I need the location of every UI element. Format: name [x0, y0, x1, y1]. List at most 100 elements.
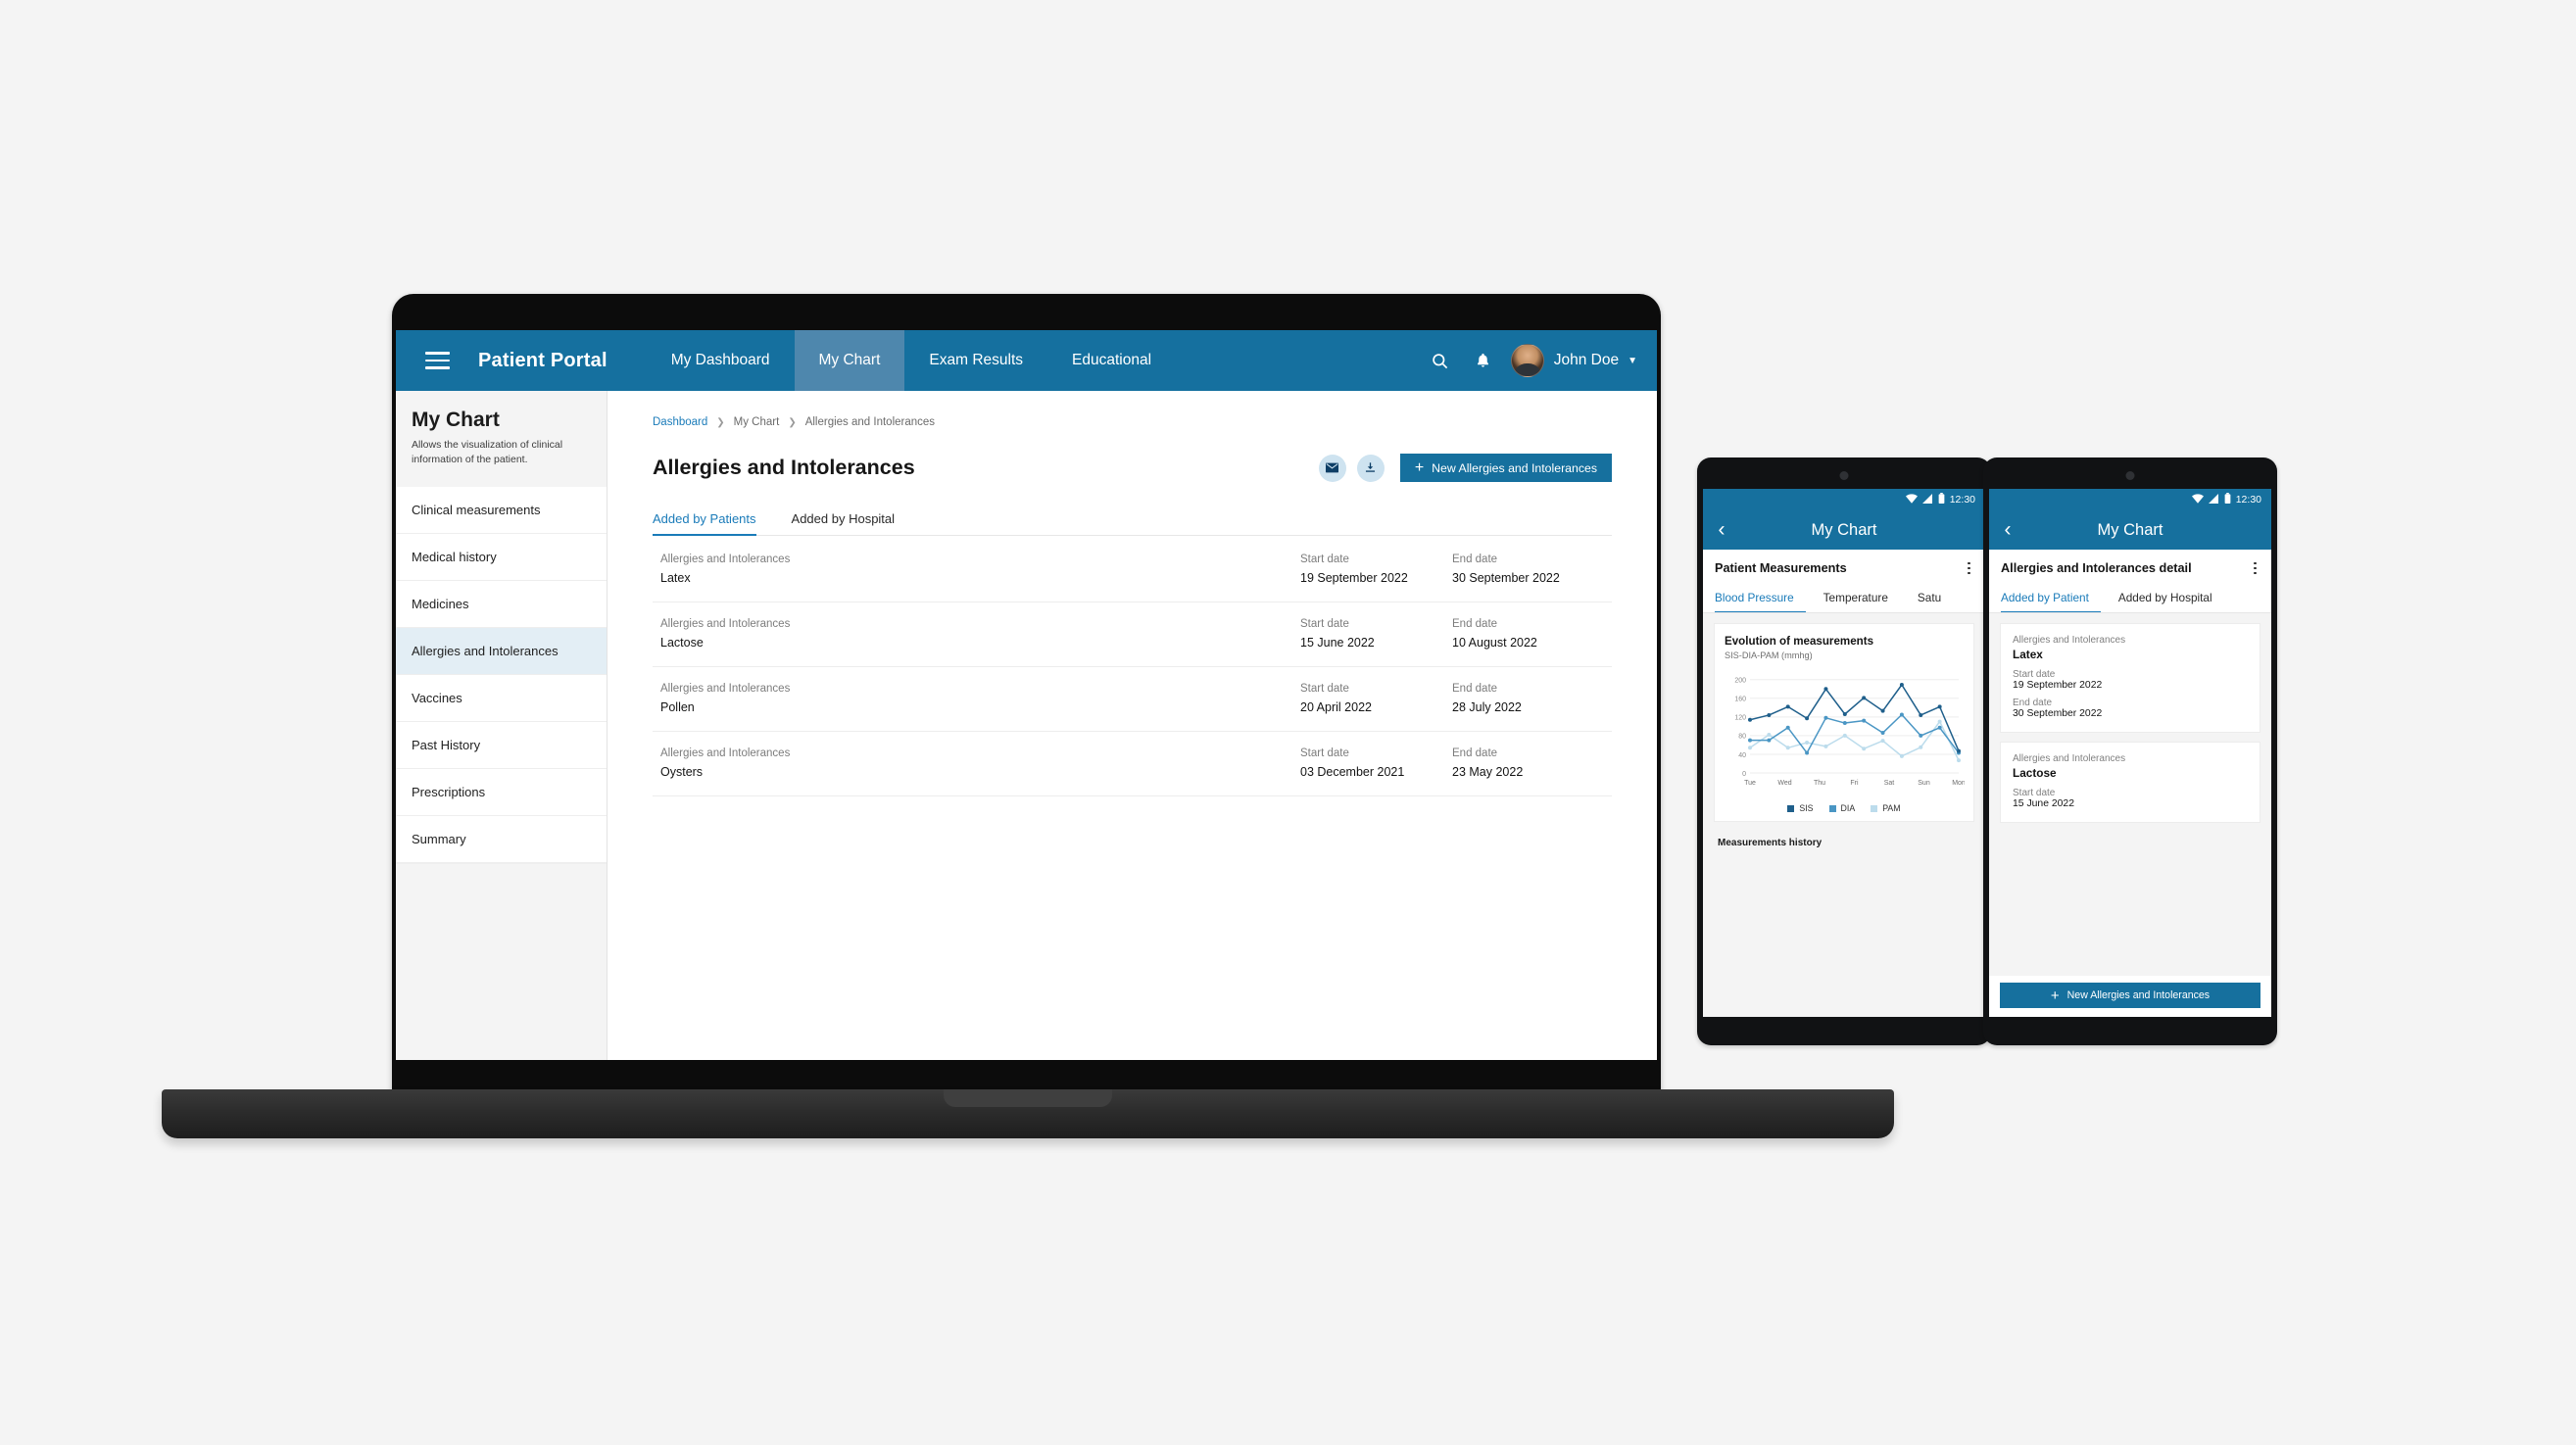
nav-item-educational[interactable]: Educational	[1047, 330, 1176, 391]
cell-value-type: Oysters	[660, 765, 704, 779]
svg-text:Mon: Mon	[1952, 780, 1965, 787]
phone1-sheet-title: Patient Measurements	[1715, 561, 1847, 575]
legend-item-dia: DIA	[1828, 803, 1856, 813]
column-header-end: End date	[1452, 554, 1498, 565]
svg-text:Thu: Thu	[1814, 780, 1825, 787]
breadcrumb-current: Allergies and Intolerances	[804, 416, 936, 428]
phone-camera	[2125, 471, 2135, 480]
back-icon[interactable]: ‹	[1989, 518, 2026, 542]
phone-camera	[1839, 471, 1849, 480]
sidebar-item-medical-history[interactable]: Medical history	[396, 534, 607, 582]
phone2-clock: 12:30	[2235, 494, 2261, 506]
detail-start-value: 15 June 2022	[2013, 798, 2074, 809]
new-allergies-button[interactable]: + New Allergies and Intolerances	[2000, 983, 2260, 1008]
tab-temperature[interactable]: Temperature	[1823, 587, 1888, 612]
signal-icon	[2208, 493, 2219, 506]
sidebar-header: My Chart Allows the visualization of cli…	[396, 391, 607, 488]
laptop-screen: Patient Portal My Dashboard My Chart Exa…	[396, 330, 1657, 1060]
phone2-action-bar: + New Allergies and Intolerances	[1989, 976, 2271, 1017]
legend-label-sis: SIS	[1799, 803, 1814, 813]
column-header-start: Start date	[1300, 618, 1349, 630]
table-row[interactable]: Allergies and Intolerances Pollen Start …	[653, 667, 1612, 732]
column-header-type: Allergies and Intolerances	[660, 747, 791, 759]
sidebar-item-summary[interactable]: Summary	[396, 816, 607, 864]
allergies-table: Allergies and Intolerances Latex Start d…	[653, 538, 1612, 796]
phone1-scroll-area: Evolution of measurements SIS-DIA-PAM (m…	[1703, 613, 1985, 1017]
legend-swatch-dia	[1828, 804, 1836, 812]
detail-name: Lactose	[2013, 766, 2057, 780]
envelope-icon[interactable]	[1318, 454, 1346, 482]
more-options-icon[interactable]	[2251, 558, 2260, 579]
cell-end-date: End date 23 May 2022	[1452, 747, 1604, 779]
phone1-sheet-header: Patient Measurements	[1703, 550, 1985, 587]
back-icon[interactable]: ‹	[1703, 518, 1740, 542]
legend-item-sis: SIS	[1787, 803, 1814, 813]
sidebar-item-medicines[interactable]: Medicines	[396, 581, 607, 629]
screenshot-stage: Patient Portal My Dashboard My Chart Exa…	[0, 0, 2576, 1445]
download-icon[interactable]	[1356, 454, 1385, 482]
detail-card[interactable]: Allergies and Intolerances Lactose Start…	[2000, 742, 2260, 823]
tab-saturation[interactable]: Satu	[1918, 587, 1941, 612]
chart-subtitle: SIS-DIA-PAM (mmhg)	[1725, 650, 1813, 660]
sidebar: My Chart Allows the visualization of cli…	[396, 391, 608, 1060]
bell-icon[interactable]	[1462, 339, 1505, 382]
breadcrumb-separator-icon: ❯	[788, 416, 797, 428]
chart-title: Evolution of measurements	[1725, 635, 1874, 648]
phone2-screen: 12:30 ‹ My Chart Allergies and Intoleran…	[1989, 489, 2271, 1017]
detail-name: Latex	[2013, 648, 2043, 661]
sidebar-item-clinical-measurements[interactable]: Clinical measurements	[396, 487, 607, 535]
table-row[interactable]: Allergies and Intolerances Oysters Start…	[653, 732, 1612, 796]
detail-start-label: Start date	[2013, 788, 2056, 798]
username-label[interactable]: John Doe	[1554, 352, 1619, 369]
detail-start-value: 19 September 2022	[2013, 680, 2103, 691]
tab-blood-pressure[interactable]: Blood Pressure	[1715, 587, 1806, 612]
laptop-base	[162, 1089, 1894, 1138]
laptop-trackpad-notch	[944, 1089, 1112, 1107]
cell-end-date: End date 10 August 2022	[1452, 618, 1604, 650]
phone1-tabs: Blood Pressure Temperature Satu	[1703, 587, 1985, 613]
plus-icon: +	[2050, 987, 2060, 1004]
legend-label-pam: PAM	[1882, 803, 1901, 813]
tab-added-by-hospital[interactable]: Added by Hospital	[792, 511, 909, 535]
phone1-status-bar: 12:30	[1703, 489, 1985, 510]
nav-item-my-chart[interactable]: My Chart	[794, 330, 905, 391]
legend-item-pam: PAM	[1871, 803, 1901, 813]
more-options-icon[interactable]	[1965, 558, 1973, 579]
svg-text:0: 0	[1742, 771, 1746, 778]
phone2-scroll-area: Allergies and Intolerances Latex Start d…	[1989, 613, 2271, 976]
nav-item-my-dashboard[interactable]: My Dashboard	[647, 330, 795, 391]
column-header-end: End date	[1452, 747, 1498, 759]
detail-type-label: Allergies and Intolerances	[2013, 753, 2126, 764]
sidebar-item-vaccines[interactable]: Vaccines	[396, 675, 607, 723]
measurements-chart-card: Evolution of measurements SIS-DIA-PAM (m…	[1714, 623, 1974, 822]
tab-added-by-patients[interactable]: Added by Patients	[653, 511, 770, 536]
measurements-history-label[interactable]: Measurements history	[1714, 822, 1974, 848]
sidebar-item-past-history[interactable]: Past History	[396, 722, 607, 770]
phone2-app-bar: ‹ My Chart	[1989, 510, 2271, 550]
new-allergies-button-label: New Allergies and Intolerances	[2066, 989, 2211, 1001]
new-allergies-button[interactable]: + New Allergies and Intolerances	[1399, 454, 1612, 482]
breadcrumb: Dashboard ❯ My Chart ❯ Allergies and Int…	[653, 416, 1612, 428]
breadcrumb-dashboard[interactable]: Dashboard	[653, 416, 707, 428]
hamburger-icon[interactable]	[410, 352, 464, 369]
table-row[interactable]: Allergies and Intolerances Latex Start d…	[653, 538, 1612, 602]
sidebar-item-allergies-and-intolerances[interactable]: Allergies and Intolerances	[396, 628, 607, 676]
cell-value-start: 03 December 2021	[1300, 765, 1405, 779]
plus-icon: +	[1414, 458, 1425, 476]
column-header-end: End date	[1452, 618, 1498, 630]
sidebar-item-prescriptions[interactable]: Prescriptions	[396, 769, 607, 817]
search-icon[interactable]	[1419, 339, 1462, 382]
nav-item-exam-results[interactable]: Exam Results	[904, 330, 1047, 391]
detail-card[interactable]: Allergies and Intolerances Latex Start d…	[2000, 623, 2260, 733]
breadcrumb-my-chart[interactable]: My Chart	[734, 416, 780, 428]
tab-added-by-hospital[interactable]: Added by Hospital	[2118, 587, 2212, 612]
table-row[interactable]: Allergies and Intolerances Lactose Start…	[653, 602, 1612, 667]
wifi-icon	[1905, 493, 1918, 506]
cell-value-type: Lactose	[660, 636, 704, 650]
signal-icon	[1921, 493, 1933, 506]
legend-label-dia: DIA	[1840, 803, 1856, 813]
tab-added-by-patient[interactable]: Added by Patient	[2001, 587, 2101, 612]
avatar[interactable]	[1510, 344, 1544, 377]
chevron-down-icon[interactable]: ▼	[1628, 356, 1637, 366]
svg-text:Sun: Sun	[1918, 780, 1930, 787]
